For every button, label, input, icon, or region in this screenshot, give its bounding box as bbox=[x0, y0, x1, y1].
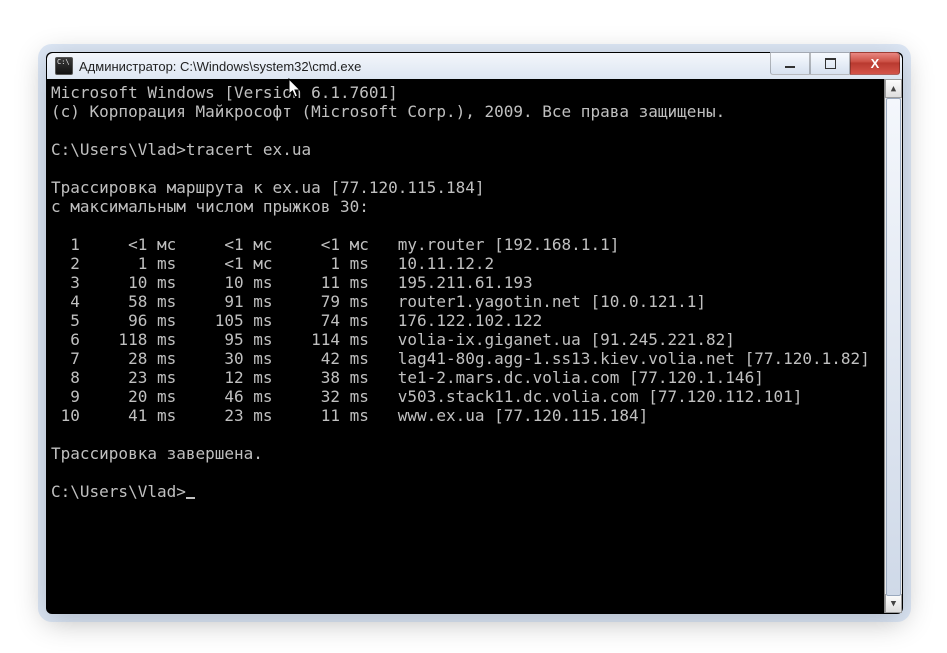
maximize-button[interactable] bbox=[810, 52, 850, 75]
scroll-thumb[interactable] bbox=[886, 98, 901, 596]
cmd-icon bbox=[55, 57, 73, 75]
minimize-button[interactable] bbox=[770, 52, 810, 75]
terminal-output[interactable]: Microsoft Windows [Version 6.1.7601] (c)… bbox=[47, 79, 884, 613]
window-title: Администратор: C:\Windows\system32\cmd.e… bbox=[79, 59, 361, 74]
scroll-down-button[interactable]: ▼ bbox=[885, 594, 902, 613]
cmd-window: Администратор: C:\Windows\system32\cmd.e… bbox=[46, 52, 903, 614]
scroll-up-button[interactable]: ▲ bbox=[885, 79, 902, 98]
titlebar[interactable]: Администратор: C:\Windows\system32\cmd.e… bbox=[47, 53, 902, 79]
vertical-scrollbar[interactable]: ▲ ▼ bbox=[884, 79, 902, 613]
terminal-area: Microsoft Windows [Version 6.1.7601] (c)… bbox=[47, 79, 902, 613]
window-controls: X bbox=[770, 52, 900, 75]
text-cursor bbox=[186, 497, 195, 499]
scroll-track[interactable] bbox=[885, 98, 902, 594]
close-button[interactable]: X bbox=[850, 52, 900, 75]
